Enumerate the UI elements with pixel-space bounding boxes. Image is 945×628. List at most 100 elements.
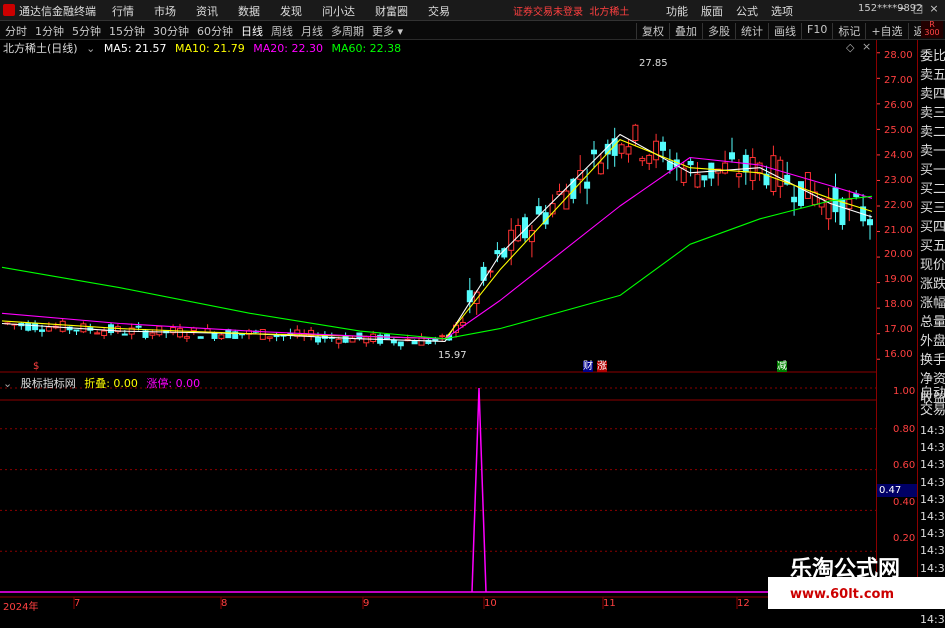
candle-body (446, 334, 453, 341)
candle-body (66, 326, 73, 331)
kline-chart[interactable] (0, 0, 945, 609)
tab-multi-period[interactable]: 多周期 (331, 23, 364, 39)
tick-time: 14:38 (920, 492, 945, 506)
menu-trade[interactable]: 交易 (428, 3, 450, 19)
trade-login-status[interactable]: 证券交易未登录 北方稀土 (513, 3, 629, 18)
candle-body (342, 335, 349, 343)
candle-body (425, 339, 432, 344)
tool-mark[interactable]: 标记 (832, 23, 865, 39)
tab-daily[interactable]: 日线 (241, 23, 263, 39)
candle-body (266, 336, 273, 339)
candle-body (625, 146, 632, 155)
candle-body (466, 290, 473, 303)
watermark-title: 乐淘公式网 (790, 557, 901, 582)
candle-body (825, 198, 832, 220)
tab-timeshare[interactable]: 分时 (5, 23, 27, 39)
tool-adjust[interactable]: 复权 (636, 23, 669, 39)
candle-body (142, 330, 149, 338)
menu-layout[interactable]: 版面 (701, 3, 723, 19)
menu-discover[interactable]: 发现 (280, 3, 302, 19)
candle-body (459, 321, 466, 326)
candle-body (121, 333, 128, 336)
price-tick: 17.00 (884, 324, 913, 335)
event-mark-finance[interactable]: 财 (583, 361, 593, 372)
price-tick: 26.00 (884, 100, 913, 111)
tool-add-watchlist[interactable]: +自选 (865, 23, 907, 39)
auto-trade-list: 自动 交易 (920, 385, 945, 419)
tick-time: 14:37 (920, 424, 945, 437)
event-mark-reduce[interactable]: 减 (777, 361, 787, 372)
candle-body (508, 229, 515, 251)
candle-body (280, 334, 287, 337)
close-icon[interactable]: × (928, 2, 940, 15)
candle-body (149, 332, 156, 336)
auto-trade-label: 自动 (920, 386, 945, 401)
tab-weekly[interactable]: 周线 (271, 23, 293, 39)
tick-time: 14:38 (920, 544, 945, 558)
tab-15min[interactable]: 15分钟 (109, 23, 145, 39)
ma5-label: MA5: 21.57 (103, 42, 167, 55)
chart-title: 北方稀土(日线) (3, 42, 78, 55)
chart-close-icon[interactable]: × (862, 40, 871, 53)
tool-overlay[interactable]: 叠加 (669, 23, 702, 39)
quote-field-label: 卖五 (920, 68, 945, 83)
menu-formula[interactable]: 公式 (736, 3, 758, 19)
candle-body (811, 191, 818, 205)
tab-60min[interactable]: 60分钟 (197, 23, 233, 39)
candle-body (832, 187, 839, 213)
time-axis: 2024年 7 8 9 10 11 12 (0, 598, 876, 613)
event-mark-dollar[interactable]: $ (33, 361, 39, 372)
candle-body (563, 190, 570, 210)
quote-field-label: 买五 (920, 239, 945, 254)
candle-body (480, 266, 487, 281)
chevron-down-icon[interactable]: ⌄ (86, 42, 95, 55)
window-controls: − □ × (896, 2, 940, 15)
candle-body (225, 329, 232, 339)
candle-body (439, 335, 446, 338)
candle-body (177, 328, 183, 338)
indicator-chevron-icon[interactable]: ⌄ (3, 377, 12, 390)
tab-1min[interactable]: 1分钟 (35, 23, 64, 39)
tab-more[interactable]: 更多 ▾ (372, 23, 403, 39)
candle-body (653, 140, 660, 161)
event-mark-rise[interactable]: 涨 (597, 361, 607, 372)
candle-body (273, 335, 280, 338)
tab-5min[interactable]: 5分钟 (72, 23, 101, 39)
tab-monthly[interactable]: 月线 (301, 23, 323, 39)
chart-settings-icon[interactable]: ◇ (846, 41, 854, 54)
menu-options[interactable]: 选项 (771, 3, 793, 19)
menu-function[interactable]: 功能 (666, 3, 688, 19)
cursor-value: 0.47 (877, 484, 918, 497)
candle-body (584, 181, 591, 189)
candle-body (860, 206, 867, 222)
tool-f10[interactable]: F10 (801, 23, 832, 39)
indicator-title: 股标指标网 (20, 377, 76, 390)
candle-body (749, 157, 756, 182)
menu-data[interactable]: 数据 (238, 3, 260, 19)
quote-field-label: 卖一 (920, 144, 945, 159)
menu-news[interactable]: 资讯 (196, 3, 218, 19)
tab-30min[interactable]: 30分钟 (153, 23, 189, 39)
menu-wealth[interactable]: 财富圈 (375, 3, 408, 19)
menu-ask[interactable]: 问小达 (322, 3, 355, 19)
candle-body (735, 173, 742, 178)
candle-body (204, 328, 211, 333)
menu-market[interactable]: 市场 (154, 3, 176, 19)
tool-multi-stock[interactable]: 多股 (702, 23, 735, 39)
maximize-icon[interactable]: □ (912, 2, 924, 15)
tool-stats[interactable]: 统计 (735, 23, 768, 39)
candle-body (556, 191, 563, 195)
tool-draw[interactable]: 画线 (768, 23, 801, 39)
candle-body (660, 141, 666, 151)
quote-field-label: 换手 (920, 353, 945, 368)
minimize-icon[interactable]: − (896, 2, 908, 15)
candle-body (301, 333, 308, 337)
ma20-label: MA20: 22.30 (253, 42, 323, 55)
candle-body (390, 339, 397, 344)
indicator-tick: 0.80 (893, 424, 916, 435)
menu-quotes[interactable]: 行情 (112, 3, 134, 19)
candle-body (363, 336, 370, 344)
quote-field-label: 涨幅 (920, 296, 945, 311)
candle-body (535, 206, 542, 215)
tab-more-label: 更多 (372, 25, 394, 38)
